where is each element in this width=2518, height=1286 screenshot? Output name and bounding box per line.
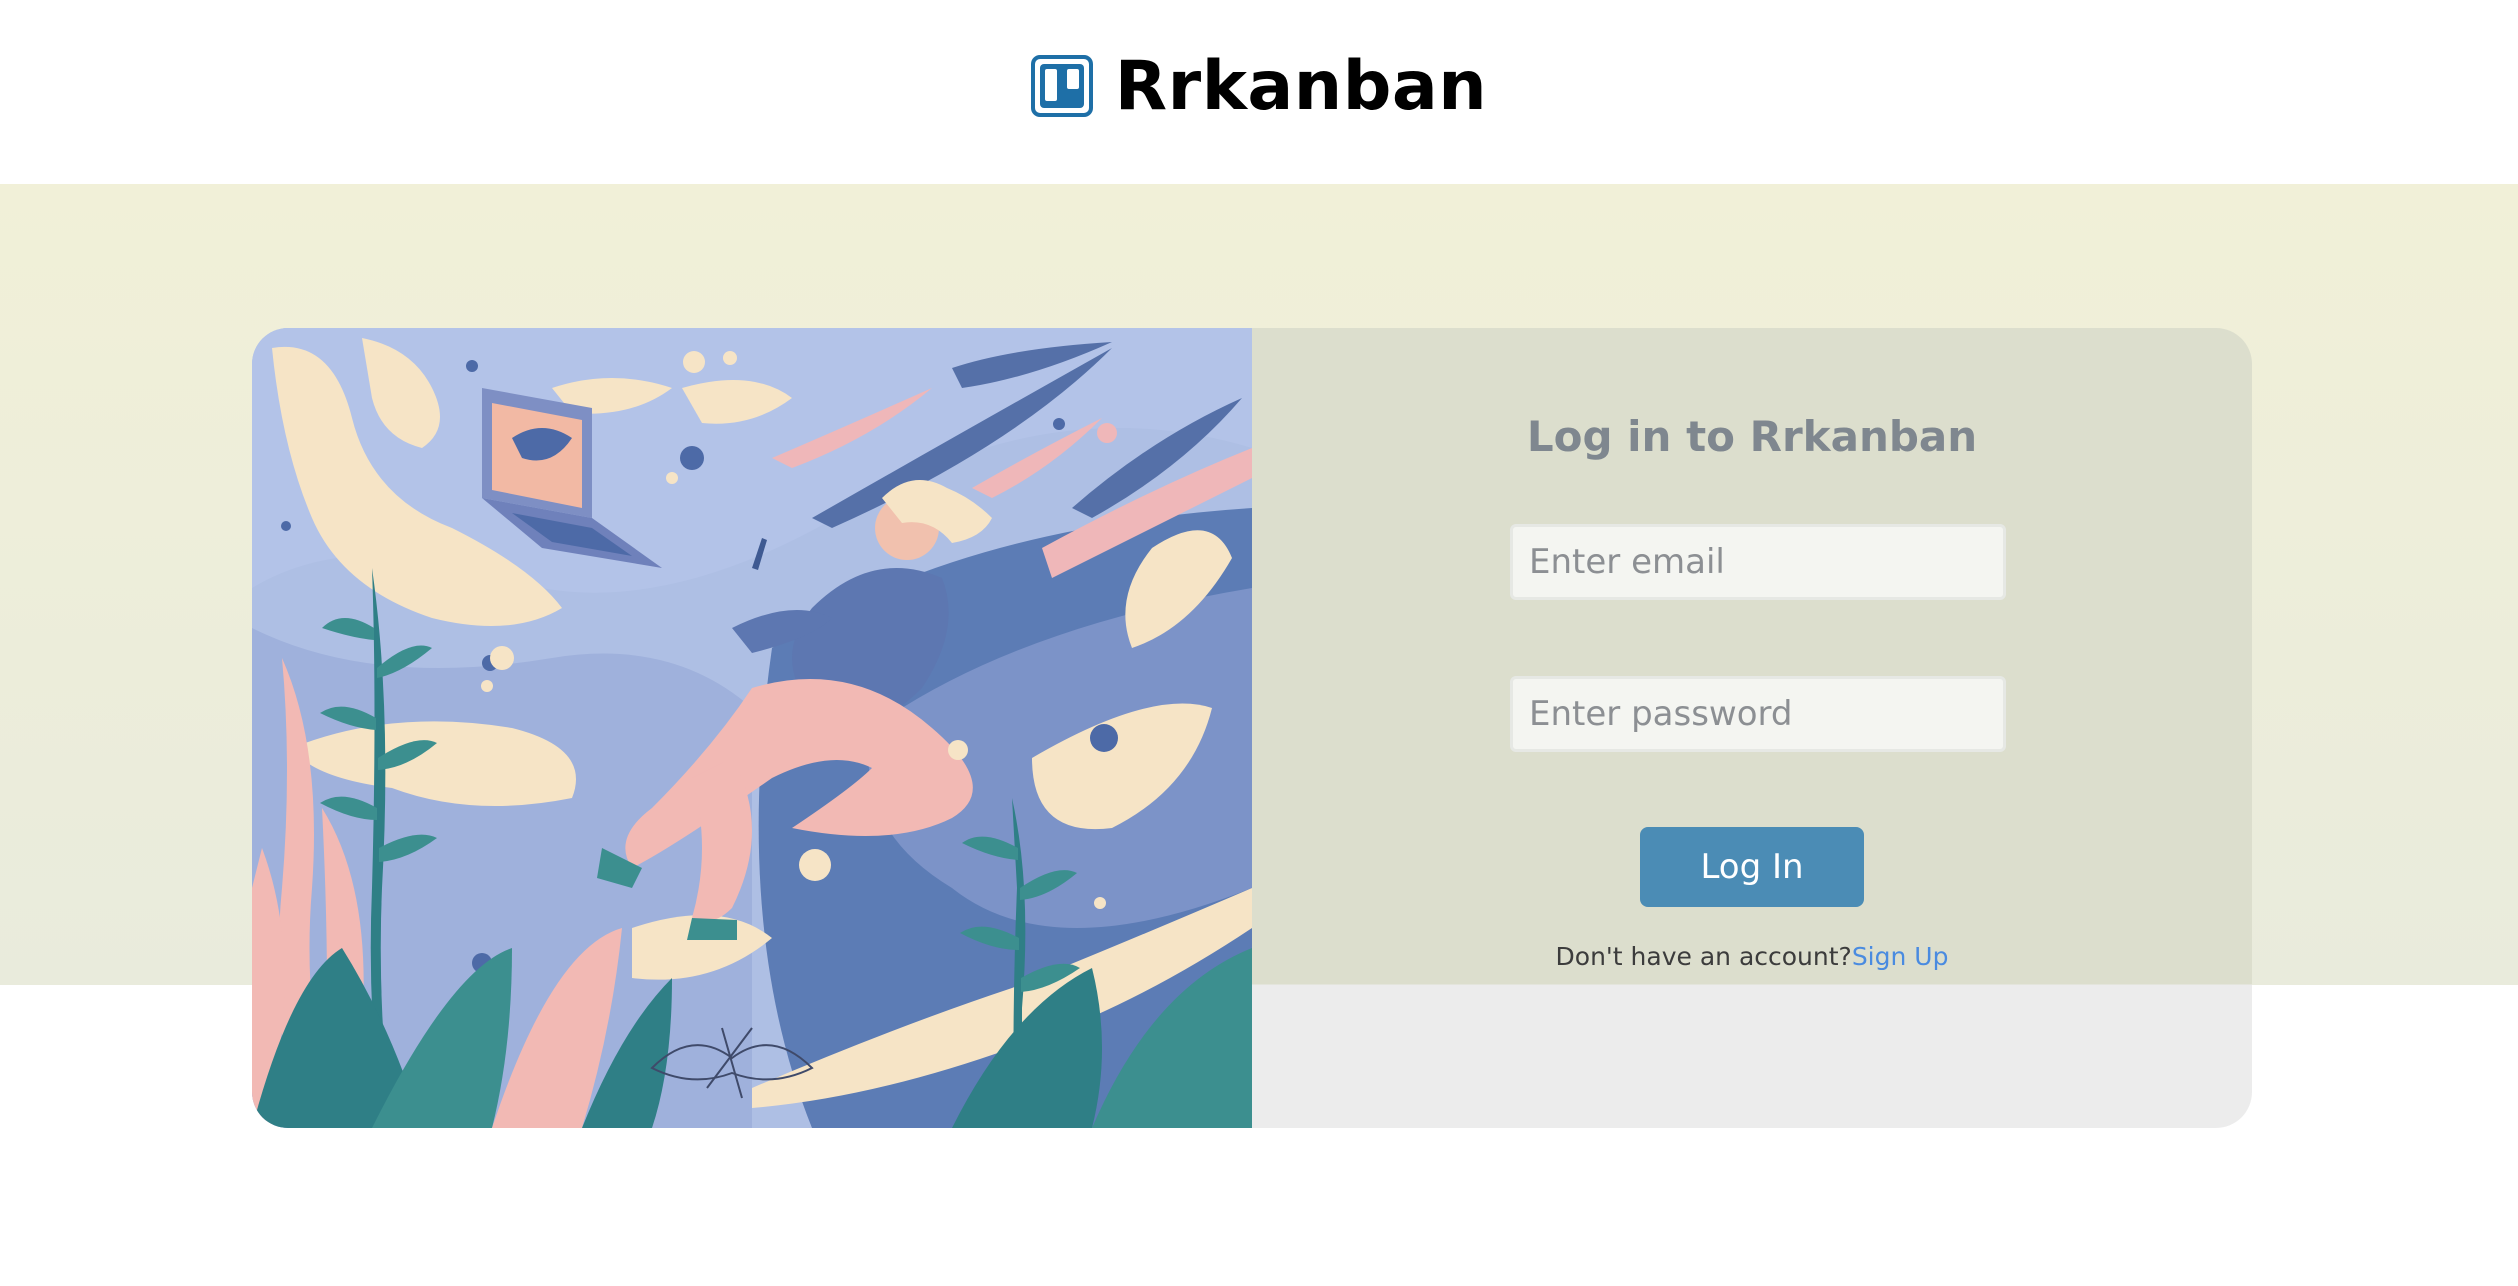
brand[interactable]: Rrkanban <box>1030 46 1488 126</box>
kanban-board-icon <box>1030 55 1093 117</box>
password-input[interactable] <box>1510 676 2006 752</box>
signup-prompt: Don't have an account? <box>1555 942 1852 971</box>
signup-row: Don't have an account?Sign Up <box>1252 942 2252 971</box>
signup-link[interactable]: Sign Up <box>1852 942 1949 971</box>
site-header: Rrkanban <box>0 0 2518 184</box>
login-button[interactable]: Log In <box>1640 827 1864 907</box>
login-card: Log in to Rrkanban Log In Don't have an … <box>252 328 2252 1128</box>
login-illustration <box>252 328 1252 1128</box>
brand-name: Rrkanban <box>1114 46 1488 126</box>
email-input[interactable] <box>1510 524 2006 600</box>
login-form-panel: Log in to Rrkanban Log In Don't have an … <box>1252 328 2252 1128</box>
login-title: Log in to Rrkanban <box>1526 412 1978 462</box>
